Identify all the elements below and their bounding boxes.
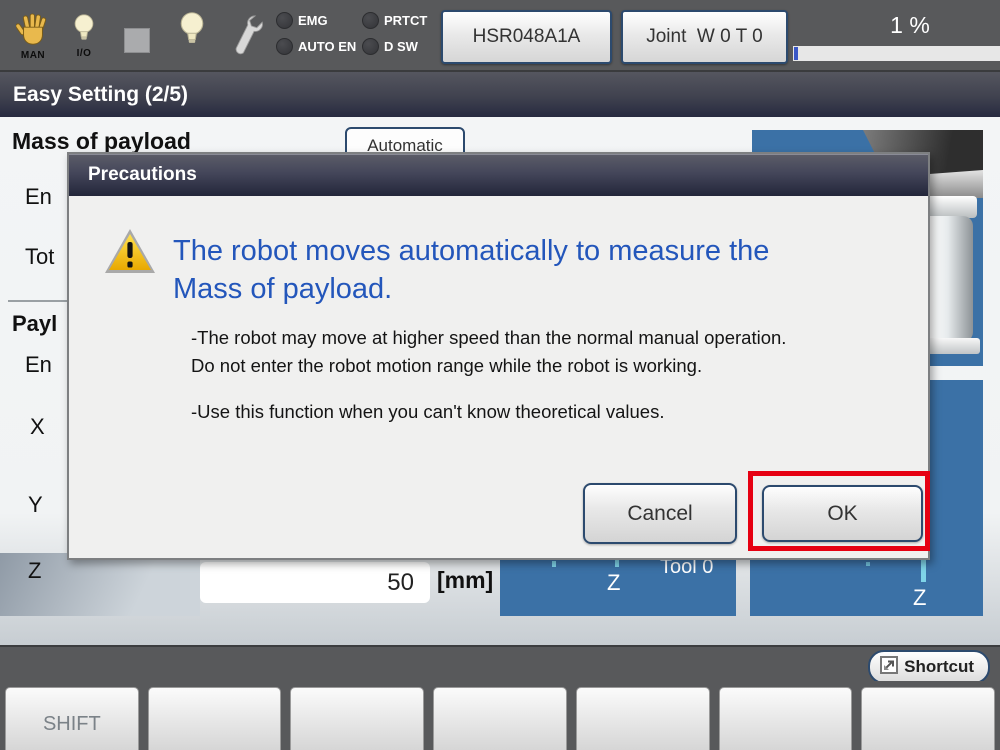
wrench-button[interactable] bbox=[228, 9, 264, 64]
function-key-5[interactable] bbox=[576, 687, 710, 750]
dialog-heading-line2: Mass of payload. bbox=[173, 270, 903, 308]
label-x: X bbox=[30, 414, 45, 440]
prtct-led-icon bbox=[362, 12, 379, 29]
page-header: Easy Setting (2/5) bbox=[0, 70, 1000, 117]
axis-right-z-label: Z bbox=[913, 585, 926, 611]
io-label: I/O bbox=[77, 48, 92, 59]
led-emg: EMG bbox=[276, 12, 362, 29]
page-title: Easy Setting (2/5) bbox=[0, 72, 1000, 117]
label-z: Z bbox=[28, 558, 41, 584]
io-bulb-icon bbox=[72, 13, 96, 50]
function-key-7[interactable] bbox=[861, 687, 995, 750]
label-payload: Payl bbox=[12, 311, 57, 337]
axis-left-z-label: Z bbox=[607, 570, 620, 596]
status-led-panel: EMG PRTCT AUTO EN D SW bbox=[276, 12, 458, 55]
z-unit-label: [mm] bbox=[437, 567, 493, 594]
function-key-row: SHIFT bbox=[0, 681, 1000, 750]
warning-icon bbox=[103, 227, 157, 280]
function-key-shift[interactable]: SHIFT bbox=[5, 687, 139, 750]
shortcut-bar: Shortcut bbox=[0, 645, 1000, 681]
dialog-body-line3: -Use this function when you can't know t… bbox=[191, 398, 786, 426]
override-progress-bar bbox=[793, 46, 1000, 61]
axis-dot-icon bbox=[866, 562, 870, 566]
label-y: Y bbox=[28, 492, 43, 518]
ok-button[interactable]: OK bbox=[762, 485, 923, 542]
toolbar: MAN I/O bbox=[0, 0, 1000, 70]
z-value-input[interactable]: 50 bbox=[200, 562, 430, 603]
axis-tick-icon bbox=[552, 561, 556, 567]
lamp-button[interactable] bbox=[178, 10, 206, 55]
cancel-button[interactable]: Cancel bbox=[583, 483, 737, 544]
override-percent: 1 % bbox=[855, 12, 965, 39]
shortcut-icon bbox=[880, 656, 898, 679]
teach-pendant-screen: MAN I/O bbox=[0, 0, 1000, 750]
function-key-3[interactable] bbox=[290, 687, 424, 750]
led-auto-en: AUTO EN bbox=[276, 38, 362, 55]
io-button[interactable]: I/O bbox=[72, 13, 96, 59]
section-divider bbox=[8, 300, 68, 302]
hand-icon bbox=[16, 13, 50, 52]
precautions-dialog: Precautions The robot moves automaticall… bbox=[67, 152, 930, 560]
function-key-2[interactable] bbox=[148, 687, 282, 750]
label-total: Tot bbox=[25, 244, 54, 270]
joint-mode-button[interactable]: Joint W 0 T 0 bbox=[621, 10, 788, 64]
dialog-heading-line1: The robot moves automatically to measure… bbox=[173, 232, 903, 270]
shortcut-button[interactable]: Shortcut bbox=[868, 650, 990, 684]
function-key-4[interactable] bbox=[433, 687, 567, 750]
auto-en-led-icon bbox=[276, 38, 293, 55]
dialog-body-line1: -The robot may move at higher speed than… bbox=[191, 324, 786, 352]
robot-model-button[interactable]: HSR048A1A bbox=[441, 10, 612, 64]
function-key-6[interactable] bbox=[719, 687, 853, 750]
stop-square-icon[interactable] bbox=[124, 28, 150, 53]
mass-of-payload-heading: Mass of payload bbox=[12, 128, 191, 155]
label-enter-2: En bbox=[25, 352, 52, 378]
dialog-heading: The robot moves automatically to measure… bbox=[173, 232, 903, 308]
emg-led-icon bbox=[276, 12, 293, 29]
shortcut-label: Shortcut bbox=[904, 657, 974, 677]
lamp-icon bbox=[178, 10, 206, 55]
label-enter-1: En bbox=[25, 184, 52, 210]
override-progress-fill bbox=[794, 47, 798, 60]
manual-mode-label: MAN bbox=[21, 50, 45, 61]
wrench-icon bbox=[228, 9, 264, 64]
dialog-body-line2: Do not enter the robot motion range whil… bbox=[191, 352, 786, 380]
d-sw-led-icon bbox=[362, 38, 379, 55]
dialog-body: -The robot may move at higher speed than… bbox=[191, 324, 786, 426]
manual-mode-button[interactable]: MAN bbox=[16, 13, 50, 61]
dialog-title: Precautions bbox=[69, 154, 928, 196]
